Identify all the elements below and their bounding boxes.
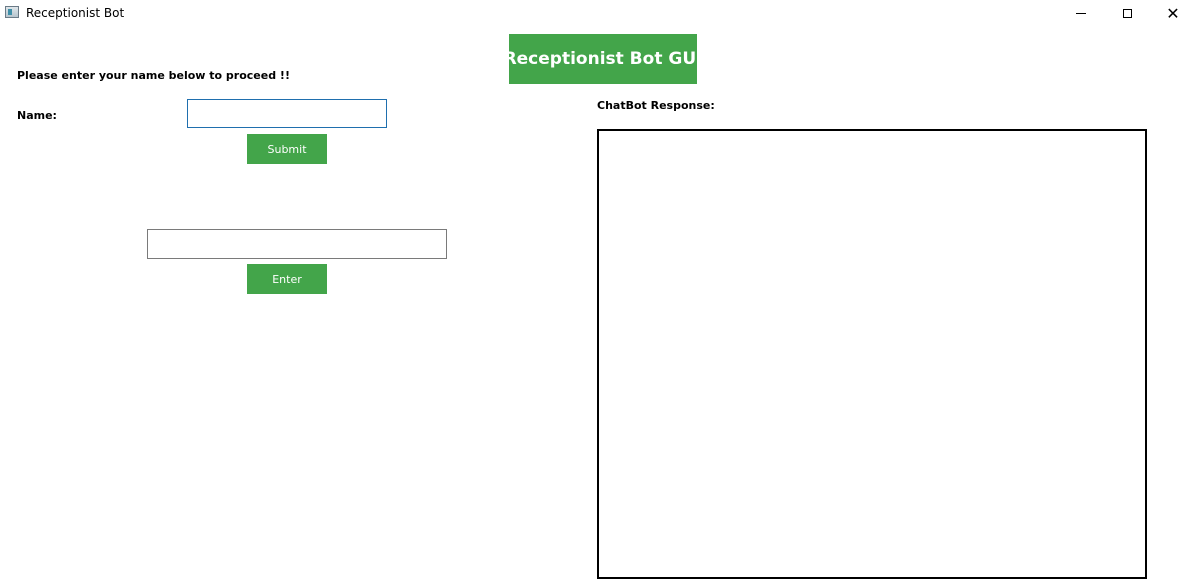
app-banner-title: Receptionist Bot GUI	[504, 34, 702, 84]
maximize-button[interactable]	[1104, 0, 1150, 27]
maximize-icon	[1122, 9, 1132, 18]
close-icon: ✕	[1166, 3, 1180, 23]
title-bar: Receptionist Bot ✕	[0, 0, 1192, 27]
chatbot-response-label: ChatBot Response:	[597, 99, 715, 112]
message-input[interactable]	[147, 229, 447, 259]
enter-button[interactable]: Enter	[247, 264, 327, 294]
minimize-icon	[1076, 13, 1086, 14]
name-prompt-text: Please enter your name below to proceed …	[17, 69, 290, 82]
chatbot-response-box[interactable]	[597, 129, 1147, 579]
submit-button[interactable]: Submit	[247, 134, 327, 164]
name-label: Name:	[17, 109, 57, 122]
name-input[interactable]	[187, 99, 387, 128]
minimize-button[interactable]	[1058, 0, 1104, 27]
close-button[interactable]: ✕	[1150, 0, 1192, 27]
window-title: Receptionist Bot	[26, 6, 125, 20]
app-icon	[5, 6, 19, 18]
